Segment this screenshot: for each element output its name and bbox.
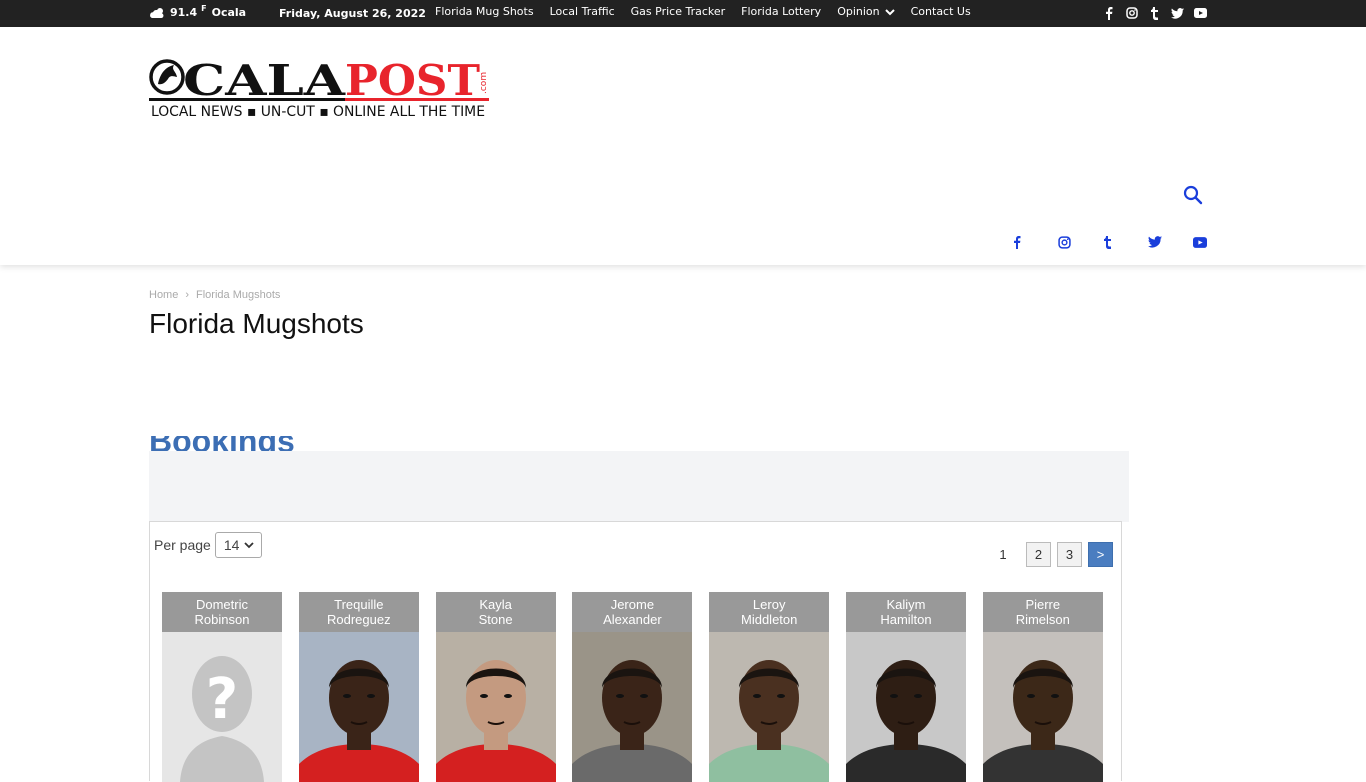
- current-date: Friday, August 26, 2022: [279, 7, 426, 20]
- page-title: Florida Mugshots: [149, 308, 364, 339]
- mugshot-name[interactable]: Pierre Rimelson: [982, 592, 1103, 632]
- mugshot-first-name: Trequille: [334, 597, 384, 612]
- chevron-down-icon: [244, 541, 255, 548]
- svg-text:LOCAL NEWS ▪ UN-CUT ▪ ONLI: LOCAL NEWS ▪ UN-CUT ▪ ONLINE ALL THE TIM…: [151, 104, 485, 118]
- site-logo[interactable]: CALA POST .com LOCAL NEWS ▪ UN-CUT ▪ ONL…: [149, 54, 489, 118]
- mugshot-card[interactable]: Kaliym Hamilton: [845, 592, 966, 782]
- placeholder-silhouette-icon[interactable]: ?: [162, 632, 282, 782]
- mugshot-photo[interactable]: [709, 632, 830, 782]
- site-header: CALA POST .com LOCAL NEWS ▪ UN-CUT ▪ ONL…: [0, 27, 1366, 265]
- header-social-links: [1009, 233, 1234, 251]
- temperature: 91.4: [170, 6, 198, 19]
- mugshot-first-name: Kayla: [479, 597, 512, 612]
- tumblr-icon[interactable]: [1099, 233, 1144, 251]
- mugshot-last-name: Alexander: [603, 612, 662, 627]
- mugshot-first-name: Dometric: [195, 597, 248, 612]
- breadcrumb-current[interactable]: Florida Mugshots: [196, 289, 280, 301]
- nav-florida-mug-shots[interactable]: Florida Mug Shots: [435, 5, 534, 18]
- mugshot-photo[interactable]: [572, 632, 693, 782]
- mugshot-last-name: Robinson: [194, 612, 250, 627]
- nav-gas-price-tracker[interactable]: Gas Price Tracker: [631, 5, 726, 18]
- nav-contact-us[interactable]: Contact Us: [911, 5, 971, 18]
- nav-opinion-label: Opinion: [837, 5, 880, 18]
- mugshot-card[interactable]: Trequille Rodreguez: [298, 592, 419, 782]
- nav-florida-lottery[interactable]: Florida Lottery: [741, 5, 821, 18]
- breadcrumb-home[interactable]: Home: [149, 289, 178, 301]
- youtube-icon[interactable]: [1189, 233, 1234, 251]
- pagination: 1 2 3 >: [990, 542, 1113, 567]
- cloud-sun-icon: [150, 7, 164, 18]
- temperature-unit: F: [201, 4, 207, 13]
- facebook-icon[interactable]: [1009, 233, 1054, 251]
- mugshot-name[interactable]: Leroy Middleton: [709, 592, 830, 632]
- mugshot-first-name: Jerome: [610, 597, 655, 612]
- mugshot-name[interactable]: Kayla Stone: [435, 592, 556, 632]
- mugshot-photo[interactable]: [435, 632, 556, 782]
- per-page-control: Per page 14: [154, 532, 262, 558]
- mugshot-name[interactable]: Dometric Robinson: [162, 592, 282, 632]
- top-nav: Florida Mug Shots Local Traffic Gas Pric…: [435, 5, 987, 18]
- instagram-icon[interactable]: [1120, 5, 1143, 21]
- mugshot-card[interactable]: Dometric Robinson?: [162, 592, 282, 782]
- svg-text:?: ?: [206, 667, 238, 732]
- svg-text:CALA: CALA: [183, 56, 347, 105]
- mugshot-last-name: Middleton: [741, 612, 798, 627]
- mugshot-card[interactable]: Pierre Rimelson: [982, 592, 1103, 782]
- mugshot-photo[interactable]: [982, 632, 1103, 782]
- mugshot-name[interactable]: Trequille Rodreguez: [298, 592, 419, 632]
- mugshot-first-name: Leroy: [752, 597, 786, 612]
- nav-opinion[interactable]: Opinion: [837, 5, 895, 18]
- mugshot-name[interactable]: Jerome Alexander: [572, 592, 693, 632]
- mugshot-last-name: Stone: [478, 612, 513, 627]
- bookings-heading-text: Bookings: [149, 436, 449, 451]
- pagination-page-3[interactable]: 3: [1057, 542, 1082, 567]
- svg-text:POST: POST: [345, 56, 480, 105]
- top-bar: 91.4 F Ocala Friday, August 26, 2022 Flo…: [0, 0, 1366, 27]
- twitter-icon[interactable]: [1166, 5, 1189, 21]
- per-page-label: Per page: [154, 537, 211, 553]
- mugshot-card[interactable]: Jerome Alexander: [572, 592, 693, 782]
- pagination-page-2[interactable]: 2: [1026, 542, 1051, 567]
- search-icon[interactable]: [1183, 185, 1203, 205]
- weather-widget: 91.4 F Ocala: [149, 4, 247, 19]
- mugshot-first-name: Kaliym: [886, 597, 926, 612]
- mugshot-photo[interactable]: [298, 632, 419, 782]
- mugshot-last-name: Rimelson: [1015, 612, 1070, 627]
- mugshot-photo[interactable]: [845, 632, 966, 782]
- pagination-next-button[interactable]: >: [1088, 542, 1113, 567]
- twitter-icon[interactable]: [1144, 233, 1189, 251]
- mugshot-last-name: Hamilton: [880, 612, 932, 627]
- bookings-heading: Bookings: [149, 436, 449, 451]
- instagram-icon[interactable]: [1054, 233, 1099, 251]
- svg-text:.com: .com: [479, 72, 489, 94]
- mugshot-name[interactable]: Kaliym Hamilton: [845, 592, 966, 632]
- bookings-header-area: [149, 451, 1129, 522]
- nav-local-traffic[interactable]: Local Traffic: [550, 5, 615, 18]
- tumblr-icon[interactable]: [1143, 5, 1166, 21]
- mugshot-last-name: Rodreguez: [326, 612, 391, 627]
- mugshot-card[interactable]: Kayla Stone: [435, 592, 556, 782]
- per-page-value: 14: [223, 537, 240, 553]
- per-page-select[interactable]: 14: [214, 532, 262, 558]
- chevron-down-icon: [884, 8, 895, 15]
- breadcrumb: Home › Florida Mugshots: [149, 289, 280, 301]
- pagination-current-page: 1: [999, 547, 1007, 562]
- weather-city: Ocala: [211, 6, 247, 19]
- mugshot-card[interactable]: Leroy Middleton: [709, 592, 830, 782]
- top-social-links: [1097, 5, 1212, 21]
- breadcrumb-separator: ›: [185, 289, 190, 301]
- youtube-icon[interactable]: [1189, 5, 1212, 21]
- facebook-icon[interactable]: [1097, 5, 1120, 21]
- mugshot-first-name: Pierre: [1025, 597, 1061, 612]
- mugshot-grid: Dometric Robinson? Trequille Rodreguez Kayla…: [162, 592, 1120, 782]
